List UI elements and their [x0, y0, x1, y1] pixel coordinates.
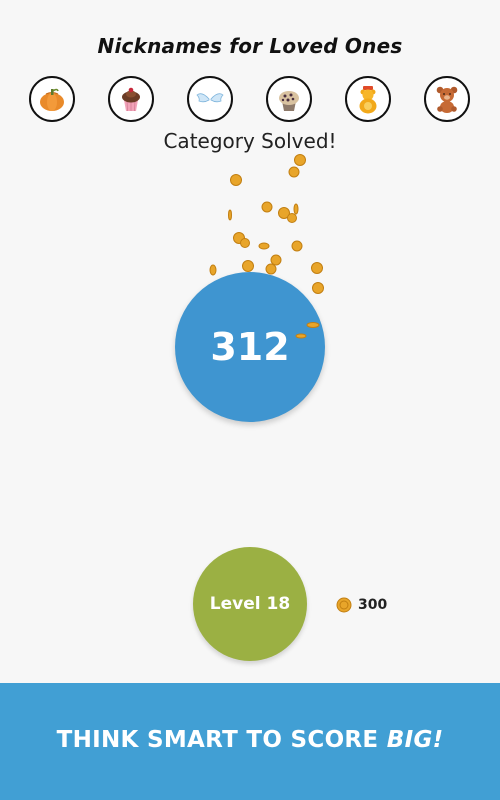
banner-text-main: THINK SMART TO SCORE [56, 727, 387, 753]
coin-icon [287, 213, 297, 223]
banner-text: THINK SMART TO SCORE BIG! [0, 725, 500, 755]
coin-icon [261, 201, 273, 213]
level-label: Level 18 [209, 594, 291, 614]
coin-icon [230, 174, 242, 186]
level-button[interactable]: Level 18 [193, 547, 307, 661]
word-slot-1 [29, 76, 75, 122]
coin-icon [242, 260, 254, 272]
coin-icon [294, 154, 306, 166]
coin-icon [209, 264, 217, 276]
angel-wings-icon [196, 93, 224, 103]
coin-icon [258, 242, 270, 250]
coin-icon [311, 262, 323, 274]
score-circle: 312 [175, 272, 325, 422]
teddy-bear-icon [436, 86, 458, 113]
coin-icon [265, 263, 277, 275]
word-slot-4 [266, 76, 312, 122]
word-slot-6 [424, 76, 470, 122]
coin-icon [291, 240, 303, 252]
coin-icon [312, 282, 324, 294]
coin-icon [233, 232, 245, 244]
muffin-icon [279, 91, 299, 111]
coin-icon [293, 203, 299, 215]
cupcake-icon [122, 87, 140, 112]
page-title: Nicknames for Loved Ones [97, 34, 403, 58]
category-solved-message: Category Solved! [163, 129, 337, 153]
score-value: 312 [210, 325, 290, 369]
word-slot-5 [345, 76, 391, 122]
pumpkin-icon [40, 88, 64, 111]
coin-icon [270, 254, 282, 266]
honey-bear-icon [359, 86, 377, 114]
coin-amount: 300 [358, 597, 388, 613]
coin-icon [228, 209, 232, 221]
solved-words-row [0, 76, 500, 126]
banner-text-emphasis: BIG! [386, 727, 444, 753]
coin-icon [288, 166, 300, 178]
coin-icon [278, 207, 290, 219]
coin-icon [240, 238, 250, 248]
promo-banner: THINK SMART TO SCORE BIG! [0, 683, 500, 800]
coin-icon [336, 597, 352, 613]
word-slot-2 [108, 76, 154, 122]
word-slot-3 [187, 76, 233, 122]
